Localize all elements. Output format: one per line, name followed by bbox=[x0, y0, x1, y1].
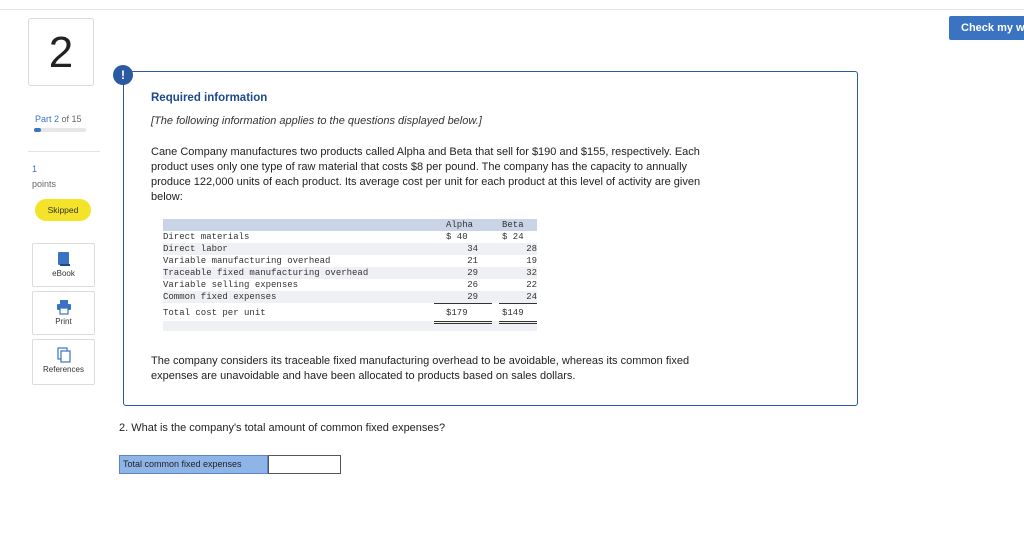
scenario-line: product uses only one type of raw materi… bbox=[151, 161, 688, 173]
scenario-line: produce 122,000 units of each product. I… bbox=[151, 176, 701, 188]
row-label: Variable manufacturing overhead bbox=[163, 256, 331, 266]
row-label: Direct materials bbox=[163, 232, 250, 242]
references-button[interactable]: References bbox=[32, 339, 95, 385]
row-beta: 22 bbox=[526, 280, 537, 290]
sidebar-divider bbox=[28, 151, 100, 152]
question-number: 2 bbox=[28, 18, 94, 86]
part-indicator: Part 2 of 15 bbox=[35, 114, 82, 124]
table-row: Direct materials $ 40 $ 24 bbox=[163, 231, 537, 243]
row-alpha: $ 40 bbox=[446, 232, 468, 242]
ebook-label: eBook bbox=[52, 269, 75, 278]
row-label: Variable selling expenses bbox=[163, 280, 299, 290]
top-divider bbox=[0, 9, 1024, 10]
table-row: Common fixed expenses 29 24 bbox=[163, 291, 537, 303]
cost-table-header: Alpha Beta bbox=[163, 219, 537, 231]
row-alpha: 29 bbox=[467, 268, 478, 278]
row-beta: 28 bbox=[526, 244, 537, 254]
row-alpha: 26 bbox=[467, 280, 478, 290]
common-fixed-expenses-input[interactable] bbox=[268, 455, 341, 474]
row-beta: 32 bbox=[526, 268, 537, 278]
col-beta-header: Beta bbox=[502, 220, 524, 230]
scenario-paragraph: Cane Company manufactures two products c… bbox=[151, 145, 801, 205]
beta-total-rule-1 bbox=[499, 321, 537, 322]
table-row: Variable selling expenses 26 22 bbox=[163, 279, 537, 291]
print-button[interactable]: Print bbox=[32, 291, 95, 335]
avoidability-paragraph: The company considers its traceable fixe… bbox=[151, 354, 801, 384]
alert-icon: ! bbox=[113, 65, 133, 85]
check-my-work-button[interactable]: Check my work bbox=[949, 16, 1024, 40]
points-label: points bbox=[32, 179, 57, 189]
row-beta: $ 24 bbox=[502, 232, 524, 242]
row-alpha: 29 bbox=[467, 292, 478, 302]
row-label: Traceable fixed manufacturing overhead bbox=[163, 268, 369, 278]
total-alpha: $179 bbox=[446, 308, 468, 318]
documents-icon bbox=[33, 347, 94, 365]
row-label: Common fixed expenses bbox=[163, 292, 277, 302]
part-total: of 15 bbox=[59, 114, 82, 124]
col-alpha-header: Alpha bbox=[446, 220, 474, 230]
part-progress-bar bbox=[34, 128, 86, 132]
beta-subtotal-rule bbox=[499, 303, 537, 304]
scenario-line: below: bbox=[151, 191, 183, 203]
row-beta: 24 bbox=[526, 292, 537, 302]
table-row: Direct labor 34 28 bbox=[163, 243, 537, 255]
alpha-subtotal-rule bbox=[434, 303, 492, 304]
total-row: Total cost per unit $179 $149 bbox=[163, 307, 537, 319]
avoidability-line: expenses are unavoidable and have been a… bbox=[151, 370, 576, 382]
book-icon bbox=[33, 251, 94, 269]
points-value: 1 bbox=[32, 164, 38, 174]
table-row: Traceable fixed manufacturing overhead 2… bbox=[163, 267, 537, 279]
alpha-total-rule-2 bbox=[434, 323, 492, 324]
info-title: Required information bbox=[151, 92, 268, 104]
status-badge: Skipped bbox=[35, 199, 91, 221]
part-progress-fill bbox=[34, 128, 41, 132]
beta-total-rule-2 bbox=[499, 323, 537, 324]
total-beta: $149 bbox=[502, 308, 524, 318]
info-subtitle: [The following information applies to th… bbox=[151, 115, 482, 127]
row-beta: 19 bbox=[526, 256, 537, 266]
row-label: Direct labor bbox=[163, 244, 228, 254]
avoidability-line: The company considers its traceable fixe… bbox=[151, 355, 690, 367]
part-current: Part 2 bbox=[35, 114, 60, 124]
question-text: 2. What is the company's total amount of… bbox=[119, 422, 446, 434]
ebook-button[interactable]: eBook bbox=[32, 243, 95, 287]
references-label: References bbox=[43, 365, 84, 374]
row-alpha: 34 bbox=[467, 244, 478, 254]
scenario-line: Cane Company manufactures two products c… bbox=[151, 146, 700, 158]
alpha-total-rule-1 bbox=[434, 321, 492, 322]
table-row: Variable manufacturing overhead 21 19 bbox=[163, 255, 537, 267]
print-label: Print bbox=[55, 317, 72, 326]
printer-icon bbox=[33, 299, 94, 317]
answer-label: Total common fixed expenses bbox=[119, 455, 268, 474]
total-label: Total cost per unit bbox=[163, 308, 266, 318]
row-alpha: 21 bbox=[467, 256, 478, 266]
